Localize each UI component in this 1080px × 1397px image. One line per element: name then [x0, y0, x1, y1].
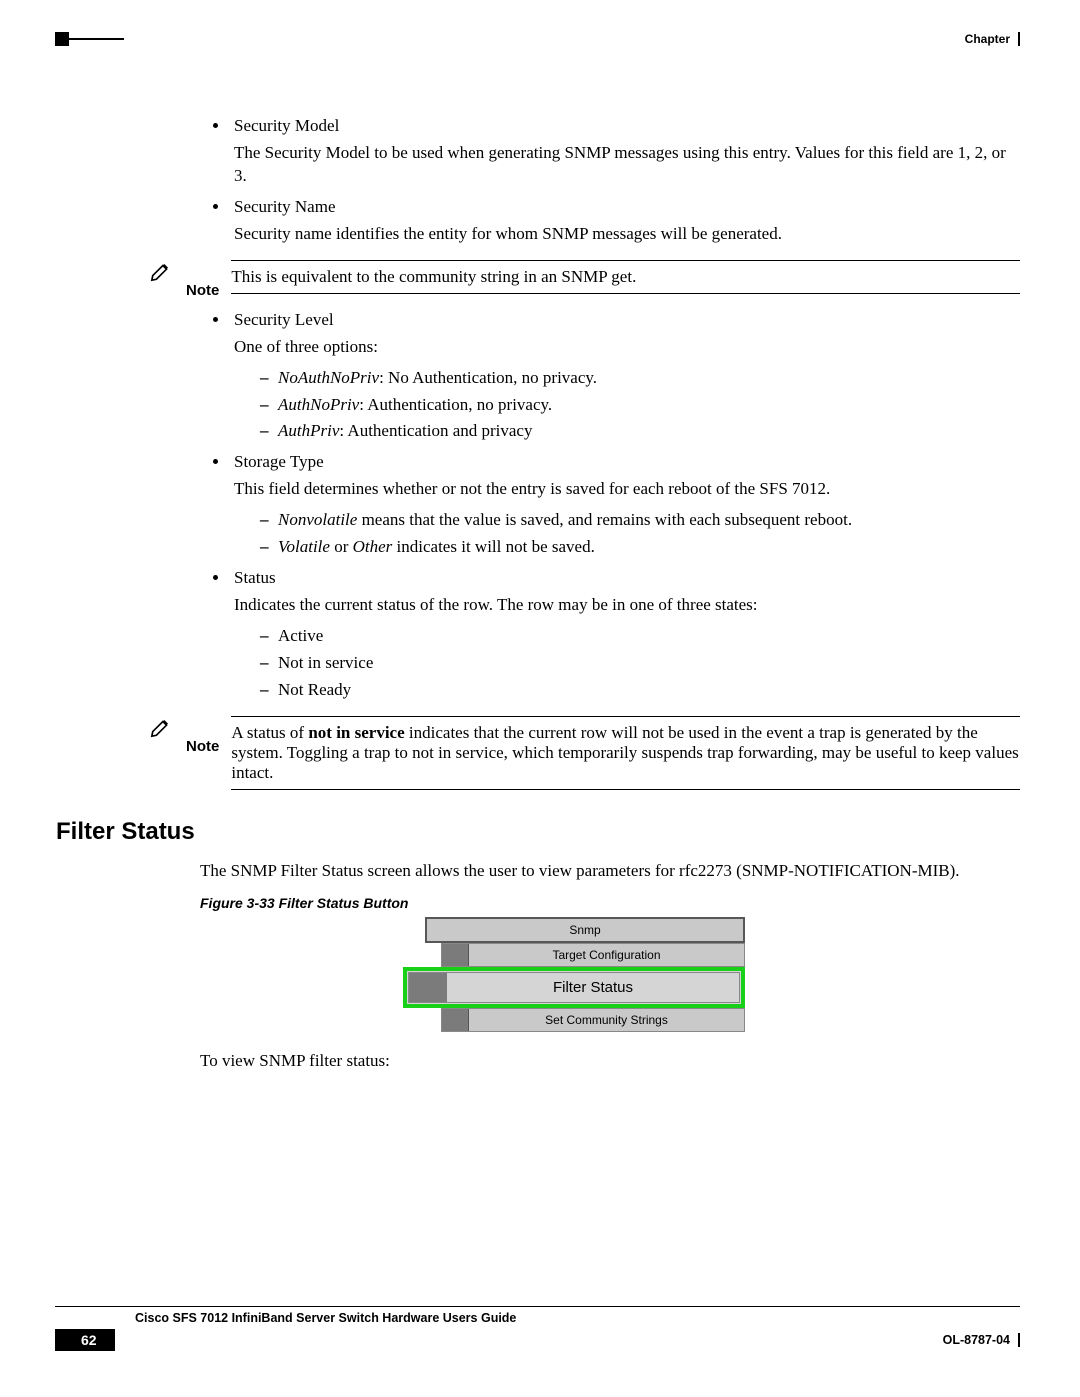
description: Security name identifies the entity for …	[234, 223, 1020, 246]
opt-authnopriv: AuthNoPriv: Authentication, no privacy.	[260, 394, 1020, 417]
chapter-text: Chapter	[965, 32, 1010, 46]
pre: A status of	[231, 723, 308, 742]
bullet-security-name: Security Name Security name identifies t…	[230, 196, 1020, 246]
rest: indicates it will not be saved.	[392, 537, 595, 556]
pencil-icon	[150, 716, 174, 738]
label: Security Level	[234, 310, 334, 329]
pencil-icon	[150, 260, 174, 282]
description: This field determines whether or not the…	[234, 478, 1020, 501]
opt-nonvolatile: Nonvolatile means that the value is save…	[260, 509, 1020, 532]
term: AuthPriv	[278, 421, 339, 440]
side-handle	[442, 944, 469, 966]
menu-label: Snmp	[427, 919, 743, 941]
bullet-security-level: Security Level One of three options: NoA…	[230, 309, 1020, 444]
rule	[231, 716, 1020, 717]
opt-active: Active	[260, 625, 1020, 648]
rule	[231, 293, 1020, 294]
opt-noauthnopriv: NoAuthNoPriv: No Authentication, no priv…	[260, 367, 1020, 390]
sublist: Nonvolatile means that the value is save…	[234, 509, 1020, 559]
figure-caption: Figure 3-33 Filter Status Button	[200, 895, 1020, 911]
rule	[231, 260, 1020, 261]
note-2: Note A status of not in service indicate…	[150, 716, 1020, 794]
bullet-storage-type: Storage Type This field determines wheth…	[230, 451, 1020, 559]
chapter-label: Chapter	[965, 32, 1020, 46]
rest: means that the value is saved, and remai…	[357, 510, 852, 529]
label: Security Model	[234, 116, 339, 135]
menu-target-configuration[interactable]: Target Configuration	[441, 943, 745, 967]
footer-bar-icon	[1018, 1333, 1020, 1347]
page-footer: Cisco SFS 7012 InfiniBand Server Switch …	[55, 1306, 1020, 1351]
rest: : Authentication and privacy	[339, 421, 532, 440]
term: NoAuthNoPriv	[278, 368, 379, 387]
note-1: Note This is equivalent to the community…	[150, 260, 1020, 299]
label: Status	[234, 568, 276, 587]
term1: Volatile	[278, 537, 330, 556]
menu-snmp[interactable]: Snmp	[425, 917, 745, 943]
section-paragraph: The SNMP Filter Status screen allows the…	[200, 860, 1020, 883]
page-number-badge: 62	[55, 1329, 115, 1351]
menu-filter-status-highlighted[interactable]: Filter Status	[403, 967, 745, 1008]
side-handle	[409, 973, 447, 1002]
menu-label: Filter Status	[447, 973, 739, 1002]
description: The Security Model to be used when gener…	[234, 142, 1020, 188]
note-label: Note	[186, 716, 219, 755]
side-handle	[442, 1009, 469, 1031]
label: Security Name	[234, 197, 336, 216]
menu-label: Set Community Strings	[469, 1009, 744, 1031]
bullet-security-model: Security Model The Security Model to be …	[230, 115, 1020, 188]
bullet-status: Status Indicates the current status of t…	[230, 567, 1020, 702]
sublist: NoAuthNoPriv: No Authentication, no priv…	[234, 367, 1020, 444]
bullet-list-1: Security Model The Security Model to be …	[150, 115, 1020, 246]
rule	[231, 789, 1020, 790]
bold-term: not in service	[308, 723, 404, 742]
corner-decor	[55, 32, 69, 46]
opt-not-in-service: Not in service	[260, 652, 1020, 675]
footer-guide-title: Cisco SFS 7012 InfiniBand Server Switch …	[135, 1311, 1020, 1325]
term: Nonvolatile	[278, 510, 357, 529]
term: AuthNoPriv	[278, 395, 359, 414]
intro: One of three options:	[234, 336, 1020, 359]
section-heading-filter-status: Filter Status	[56, 818, 1020, 846]
note-text: This is equivalent to the community stri…	[231, 265, 1020, 287]
label: Storage Type	[234, 452, 324, 471]
term2: Other	[353, 537, 393, 556]
opt-volatile: Volatile or Other indicates it will not …	[260, 536, 1020, 559]
rest: : Authentication, no privacy.	[359, 395, 552, 414]
header-bar-icon	[1018, 32, 1020, 46]
page-header: Chapter	[55, 32, 1020, 46]
figure-filter-status-button: Snmp Target Configuration Filter Status …	[425, 917, 745, 1032]
menu-label: Target Configuration	[469, 944, 744, 966]
description: Indicates the current status of the row.…	[234, 594, 1020, 617]
opt-authpriv: AuthPriv: Authentication and privacy	[260, 420, 1020, 443]
menu-set-community-strings[interactable]: Set Community Strings	[441, 1008, 745, 1032]
rest: : No Authentication, no privacy.	[379, 368, 597, 387]
closing-paragraph: To view SNMP filter status:	[200, 1050, 1020, 1073]
mid: or	[330, 537, 353, 556]
note-label: Note	[186, 260, 219, 299]
bullet-list-2: Security Level One of three options: NoA…	[150, 309, 1020, 702]
footer-doc-id: OL-8787-04	[943, 1333, 1020, 1347]
doc-id-text: OL-8787-04	[943, 1333, 1010, 1347]
opt-not-ready: Not Ready	[260, 679, 1020, 702]
note-text: A status of not in service indicates tha…	[231, 721, 1020, 783]
sublist: Active Not in service Not Ready	[234, 625, 1020, 702]
